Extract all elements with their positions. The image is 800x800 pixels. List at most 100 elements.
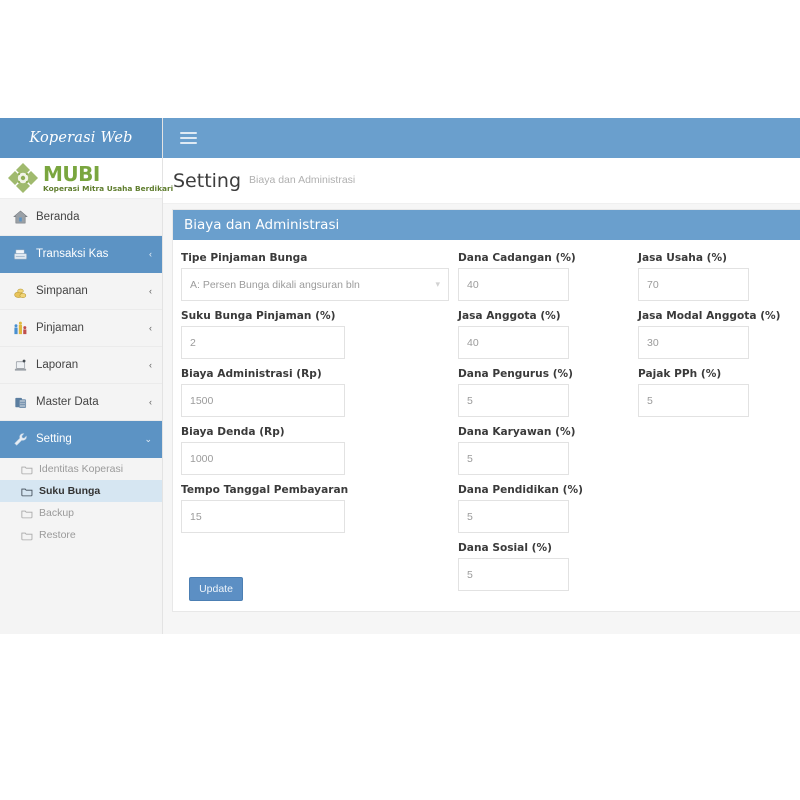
jasa-modal-anggota-input[interactable]: 30	[638, 326, 749, 359]
biaya-administrasi-input[interactable]: 1500	[181, 384, 345, 417]
field-dana-karyawan: Dana Karyawan (%) 5	[458, 426, 638, 475]
dana-pengurus-input[interactable]: 5	[458, 384, 569, 417]
mubi-diamond-logo-icon	[6, 161, 40, 195]
sidebar-logo: MUBI Koperasi Mitra Usaha Berdikari	[0, 158, 173, 199]
input-value: 30	[647, 336, 659, 349]
sidebar-item-setting[interactable]: Setting ⌄	[0, 421, 162, 458]
panel-heading: Biaya dan Administrasi	[173, 210, 800, 240]
field-label: Suku Bunga Pinjaman (%)	[181, 310, 336, 322]
sidebar-item-laporan[interactable]: Laporan ‹	[0, 347, 162, 384]
panel-heading-label: Biaya dan Administrasi	[184, 217, 340, 233]
chevron-icon: ‹	[149, 323, 152, 333]
input-value: 1000	[190, 452, 214, 465]
main-area: Setting Biaya dan Administrasi Biaya dan…	[163, 118, 800, 634]
input-value: 5	[467, 510, 473, 523]
field-label: Tipe Pinjaman Bunga	[181, 252, 308, 264]
sidebar-item-pinjaman[interactable]: Pinjaman ‹	[0, 310, 162, 347]
chevron-down-icon: ⌄	[144, 433, 152, 444]
input-value: 5	[647, 394, 653, 407]
sidebar-brand[interactable]: Koperasi Web	[0, 118, 162, 158]
sidebar-subitem-backup[interactable]: Backup	[0, 502, 162, 524]
page-header: Setting Biaya dan Administrasi	[163, 158, 800, 204]
field-label: Jasa Anggota (%)	[458, 310, 561, 322]
logo-word: MUBI	[43, 161, 100, 186]
people-chart-icon	[11, 319, 29, 337]
sidebar-item-beranda[interactable]: Beranda	[0, 199, 162, 236]
logo-text: MUBI Koperasi Mitra Usaha Berdikari	[43, 164, 173, 192]
pajak-pph-input[interactable]: 5	[638, 384, 749, 417]
database-icon	[11, 393, 29, 411]
dana-sosial-input[interactable]: 5	[458, 558, 569, 591]
update-button[interactable]: Update	[189, 577, 243, 601]
suku-bunga-pinjaman-input[interactable]: 2	[181, 326, 345, 359]
logo-tagline: Koperasi Mitra Usaha Berdikari	[43, 183, 174, 193]
tipe-pinjaman-bunga-select[interactable]: A: Persen Bunga dikali angsuran bln ▾	[181, 268, 449, 301]
field-label: Pajak PPh (%)	[638, 368, 722, 380]
field-label: Dana Sosial (%)	[458, 542, 552, 554]
input-value: 1500	[190, 394, 214, 407]
field-dana-cadangan: Dana Cadangan (%) 40	[458, 252, 638, 301]
field-pajak-pph: Pajak PPh (%) 5	[638, 368, 800, 417]
field-label: Jasa Modal Anggota (%)	[638, 310, 781, 322]
sidebar-item-label: Beranda	[36, 211, 80, 223]
sidebar-subitem-restore[interactable]: Restore	[0, 524, 162, 546]
sidebar-item-transaksi-kas[interactable]: Transaksi Kas ‹	[0, 236, 162, 273]
field-dana-pendidikan: Dana Pendidikan (%) 5	[458, 484, 638, 533]
biaya-denda-input[interactable]: 1000	[181, 442, 345, 475]
sidebar-subitem-label: Restore	[39, 529, 76, 541]
input-value: 40	[467, 336, 479, 349]
chevron-icon: ‹	[149, 249, 152, 259]
sidebar-item-master-data[interactable]: Master Data ‹	[0, 384, 162, 421]
top-navbar	[163, 118, 800, 158]
form-column-3: Jasa Usaha (%) 70 Jasa Modal Anggota (%)…	[638, 252, 800, 601]
field-jasa-anggota: Jasa Anggota (%) 40	[458, 310, 638, 359]
sidebar-item-label: Laporan	[36, 359, 79, 371]
hamburger-icon[interactable]	[180, 132, 197, 144]
input-value: 15	[190, 510, 202, 523]
field-suku-bunga-pinjaman: Suku Bunga Pinjaman (%) 2	[181, 310, 458, 359]
input-value: 5	[467, 568, 473, 581]
sidebar-subitem-label: Identitas Koperasi	[39, 463, 124, 475]
application-window: Koperasi Web MUBI Koperasi Mitra Usaha B…	[0, 118, 800, 634]
sidebar-item-label: Master Data	[36, 396, 99, 408]
form-actions: Update	[181, 542, 458, 601]
field-label: Biaya Denda (Rp)	[181, 426, 285, 438]
field-tempo-tanggal-pembayaran: Tempo Tanggal Pembayaran 15	[181, 484, 458, 533]
tempo-tanggal-pembayaran-input[interactable]: 15	[181, 500, 345, 533]
input-value: 70	[647, 278, 659, 291]
field-dana-sosial: Dana Sosial (%) 5	[458, 542, 638, 591]
sidebar-nav: Beranda Transaksi Kas ‹ Simpanan ‹ Pinja…	[0, 199, 162, 458]
chevron-icon: ‹	[149, 360, 152, 370]
sidebar-item-label: Transaksi Kas	[36, 248, 109, 260]
chevron-down-icon: ▾	[435, 279, 440, 289]
jasa-anggota-input[interactable]: 40	[458, 326, 569, 359]
sidebar-item-label: Setting	[36, 433, 72, 445]
field-label: Jasa Usaha (%)	[638, 252, 727, 264]
folder-icon	[20, 508, 34, 519]
input-value: 40	[467, 278, 479, 291]
field-jasa-usaha: Jasa Usaha (%) 70	[638, 252, 800, 301]
field-dana-pengurus: Dana Pengurus (%) 5	[458, 368, 638, 417]
field-tipe-pinjaman-bunga: Tipe Pinjaman Bunga A: Persen Bunga dika…	[181, 252, 458, 301]
field-label: Dana Cadangan (%)	[458, 252, 576, 264]
jasa-usaha-input[interactable]: 70	[638, 268, 749, 301]
folder-icon	[20, 530, 34, 541]
field-label: Dana Pengurus (%)	[458, 368, 573, 380]
wrench-icon	[11, 430, 29, 448]
chevron-icon: ‹	[149, 286, 152, 296]
chevron-icon: ‹	[149, 397, 152, 407]
sidebar-subitem-suku-bunga[interactable]: Suku Bunga	[0, 480, 162, 502]
dana-cadangan-input[interactable]: 40	[458, 268, 569, 301]
report-icon	[11, 356, 29, 374]
dana-karyawan-input[interactable]: 5	[458, 442, 569, 475]
breadcrumb: Biaya dan Administrasi	[249, 174, 356, 186]
dana-pendidikan-input[interactable]: 5	[458, 500, 569, 533]
field-label: Tempo Tanggal Pembayaran	[181, 484, 349, 496]
sidebar-submenu-setting: Identitas Koperasi Suku Bunga Backup Res…	[0, 458, 162, 546]
field-label: Dana Karyawan (%)	[458, 426, 576, 438]
sidebar-item-label: Simpanan	[36, 285, 88, 297]
sidebar-item-simpanan[interactable]: Simpanan ‹	[0, 273, 162, 310]
page-title: Setting	[173, 169, 242, 192]
sidebar-subitem-identitas-koperasi[interactable]: Identitas Koperasi	[0, 458, 162, 480]
panel-body: Tipe Pinjaman Bunga A: Persen Bunga dika…	[173, 240, 800, 611]
